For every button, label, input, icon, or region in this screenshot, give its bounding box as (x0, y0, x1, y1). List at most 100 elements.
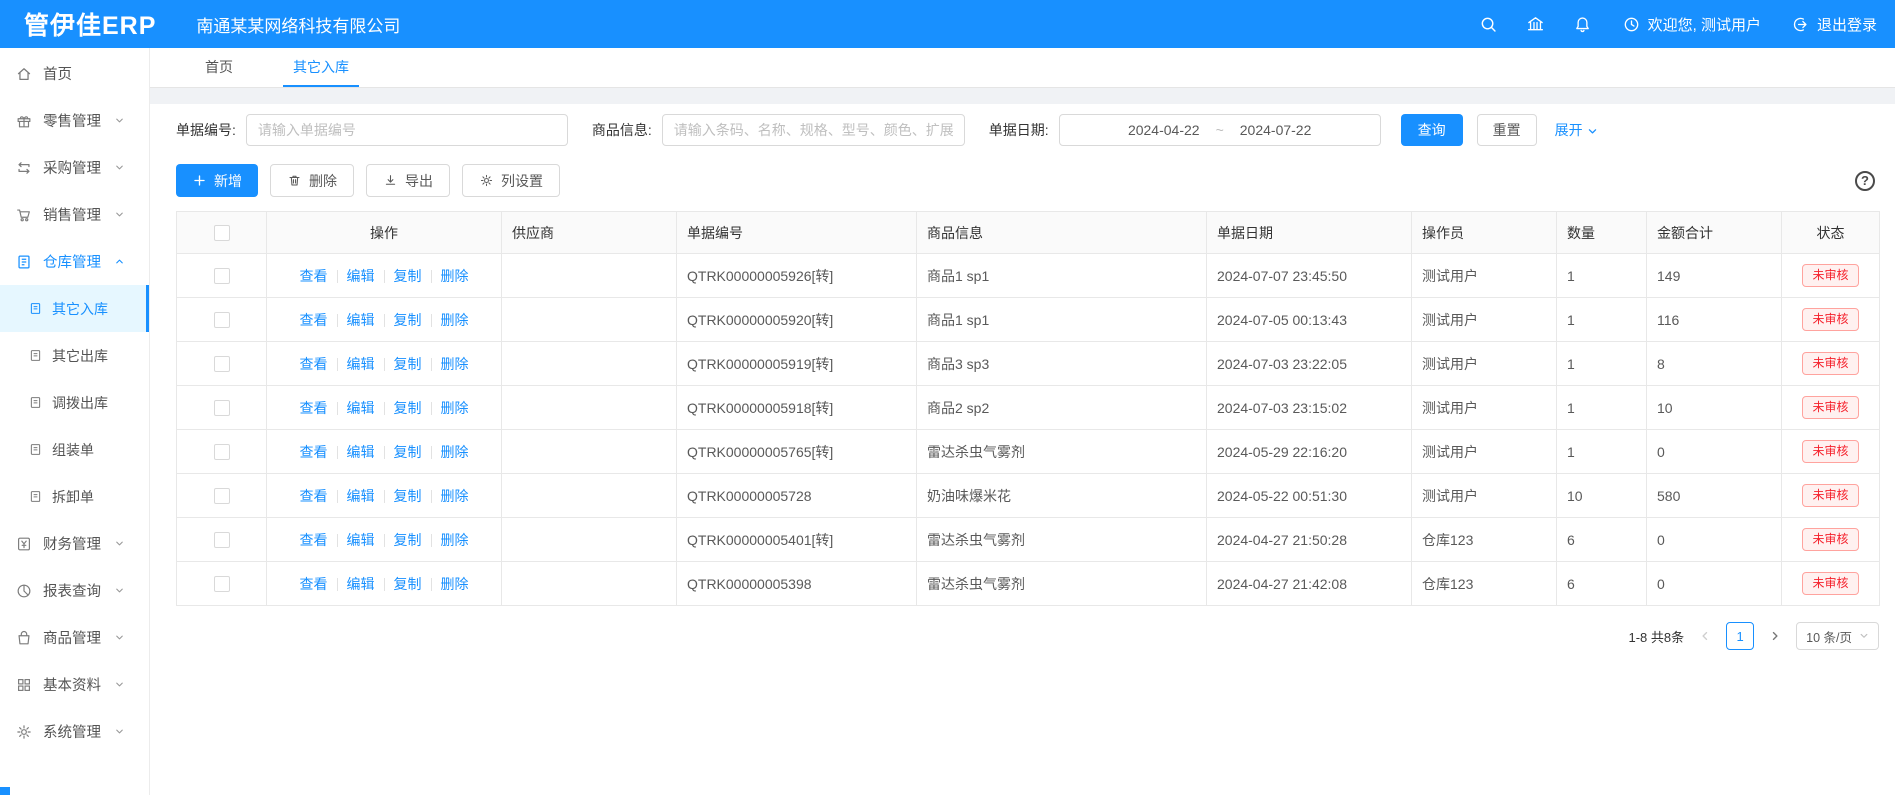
welcome-user[interactable]: 欢迎您, 测试用户 (1622, 14, 1761, 35)
reset-button[interactable]: 重置 (1477, 114, 1537, 146)
table-header-row: 操作 供应商 单据编号 商品信息 单据日期 操作员 数量 金额合计 状态 (177, 212, 1880, 254)
edit-link[interactable]: 编辑 (347, 576, 375, 592)
add-button[interactable]: 新增 (176, 164, 258, 197)
scrollbar-thumb[interactable] (0, 787, 10, 795)
bell-icon[interactable] (1573, 15, 1592, 34)
sidebar-item-warehouse[interactable]: 仓库管理 (0, 238, 149, 285)
cell-supplier (502, 342, 677, 386)
bill-no-input[interactable] (246, 114, 568, 146)
sidebar-item-basedata[interactable]: 基本资料 (0, 661, 149, 708)
sales-icon (15, 206, 33, 224)
date-range-picker[interactable]: 2024-04-22 ~ 2024-07-22 (1059, 114, 1381, 146)
col-goods: 商品信息 (917, 212, 1207, 254)
view-link[interactable]: 查看 (300, 268, 328, 284)
erp-app: 管伊佳ERP 南通某某网络科技有限公司 欢迎您, 测试用户 退出登录 首页 (0, 0, 1895, 795)
tab-other-inbound[interactable]: 其它入库 (283, 48, 359, 87)
sidebar-item-reports[interactable]: 报表查询 (0, 567, 149, 614)
delete-link[interactable]: 删除 (441, 444, 469, 460)
view-link[interactable]: 查看 (300, 356, 328, 372)
next-page-button[interactable] (1764, 623, 1786, 649)
retail-icon (15, 112, 33, 130)
column-settings-button[interactable]: 列设置 (462, 164, 560, 197)
document-icon (28, 442, 43, 457)
tab-home[interactable]: 首页 (195, 48, 243, 87)
sidebar-item-other-inbound[interactable]: 其它入库 (0, 285, 149, 332)
export-button[interactable]: 导出 (366, 164, 450, 197)
sidebar-item-home[interactable]: 首页 (0, 50, 149, 97)
delete-link[interactable]: 删除 (441, 400, 469, 416)
select-all-checkbox[interactable] (214, 225, 230, 241)
row-checkbox[interactable] (214, 268, 230, 284)
logout-button[interactable]: 退出登录 (1791, 14, 1877, 35)
page-size-select[interactable]: 10 条/页 (1796, 622, 1879, 650)
view-link[interactable]: 查看 (300, 576, 328, 592)
prev-page-button[interactable] (1694, 623, 1716, 649)
row-checkbox[interactable] (214, 532, 230, 548)
cell-operator: 测试用户 (1412, 254, 1557, 298)
table-row: 查看编辑复制删除 QTRK00000005398 雷达杀虫气雾剂 2024-04… (177, 562, 1880, 606)
copy-link[interactable]: 复制 (394, 488, 422, 504)
delete-button[interactable]: 删除 (270, 164, 354, 197)
edit-link[interactable]: 编辑 (347, 400, 375, 416)
bill-no-label: 单据编号: (176, 120, 236, 140)
purchase-icon (15, 159, 33, 177)
expand-link[interactable]: 展开 (1555, 120, 1598, 140)
help-icon[interactable]: ? (1855, 171, 1875, 191)
sidebar-item-transfer-outbound[interactable]: 调拨出库 (0, 379, 149, 426)
delete-link[interactable]: 删除 (441, 312, 469, 328)
warehouse-icon (15, 253, 33, 271)
delete-link[interactable]: 删除 (441, 532, 469, 548)
copy-link[interactable]: 复制 (394, 400, 422, 416)
sidebar-item-system[interactable]: 系统管理 (0, 708, 149, 755)
delete-link[interactable]: 删除 (441, 488, 469, 504)
row-checkbox[interactable] (214, 312, 230, 328)
sidebar-item-sales[interactable]: 销售管理 (0, 191, 149, 238)
copy-link[interactable]: 复制 (394, 268, 422, 284)
cell-supplier (502, 254, 677, 298)
goods-info-input[interactable] (662, 114, 965, 146)
copy-link[interactable]: 复制 (394, 576, 422, 592)
delete-link[interactable]: 删除 (441, 268, 469, 284)
copy-link[interactable]: 复制 (394, 532, 422, 548)
search-button[interactable]: 查询 (1401, 114, 1463, 146)
search-icon[interactable] (1479, 15, 1498, 34)
edit-link[interactable]: 编辑 (347, 268, 375, 284)
row-checkbox[interactable] (214, 400, 230, 416)
edit-link[interactable]: 编辑 (347, 444, 375, 460)
sidebar-item-disassembly[interactable]: 拆卸单 (0, 473, 149, 520)
goods-icon (15, 629, 33, 647)
view-link[interactable]: 查看 (300, 400, 328, 416)
status-badge: 未审核 (1802, 572, 1858, 596)
delete-link[interactable]: 删除 (441, 576, 469, 592)
view-link[interactable]: 查看 (300, 488, 328, 504)
row-checkbox[interactable] (214, 356, 230, 372)
view-link[interactable]: 查看 (300, 312, 328, 328)
cell-order-no: QTRK00000005918[转] (677, 386, 917, 430)
row-checkbox[interactable] (214, 444, 230, 460)
chevron-down-icon (114, 726, 125, 737)
edit-link[interactable]: 编辑 (347, 488, 375, 504)
row-checkbox[interactable] (214, 576, 230, 592)
cell-qty: 6 (1557, 562, 1647, 606)
copy-link[interactable]: 复制 (394, 356, 422, 372)
page-number-button[interactable]: 1 (1726, 622, 1754, 650)
chevron-down-icon (1859, 631, 1869, 641)
sidebar-item-other-outbound[interactable]: 其它出库 (0, 332, 149, 379)
view-link[interactable]: 查看 (300, 532, 328, 548)
sidebar-item-finance[interactable]: 财务管理 (0, 520, 149, 567)
view-link[interactable]: 查看 (300, 444, 328, 460)
platform-icon[interactable] (1526, 15, 1545, 34)
chevron-up-icon (114, 256, 125, 267)
sidebar-item-assembly[interactable]: 组装单 (0, 426, 149, 473)
cell-supplier (502, 474, 677, 518)
delete-link[interactable]: 删除 (441, 356, 469, 372)
edit-link[interactable]: 编辑 (347, 312, 375, 328)
sidebar-item-purchase[interactable]: 采购管理 (0, 144, 149, 191)
copy-link[interactable]: 复制 (394, 312, 422, 328)
edit-link[interactable]: 编辑 (347, 532, 375, 548)
sidebar-item-retail[interactable]: 零售管理 (0, 97, 149, 144)
edit-link[interactable]: 编辑 (347, 356, 375, 372)
sidebar-item-goods[interactable]: 商品管理 (0, 614, 149, 661)
copy-link[interactable]: 复制 (394, 444, 422, 460)
row-checkbox[interactable] (214, 488, 230, 504)
